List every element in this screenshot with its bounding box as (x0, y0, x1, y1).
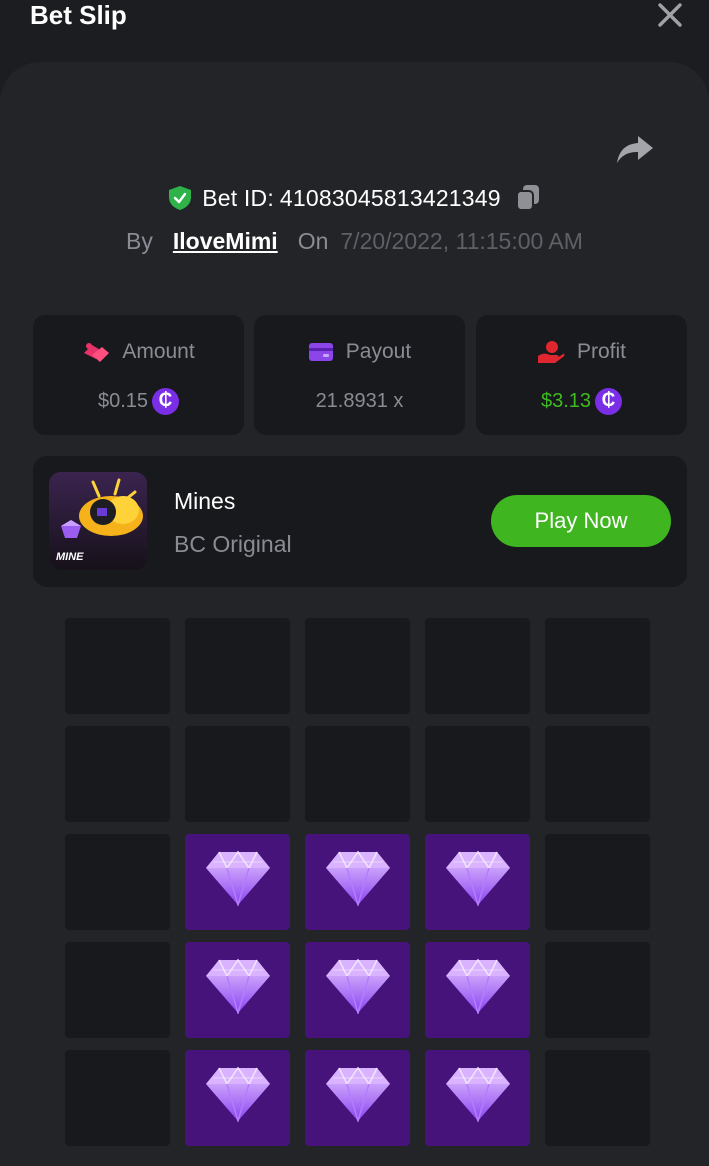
hidden-tile (425, 618, 530, 714)
gem-tile (185, 942, 290, 1038)
profit-card: Profit $3.13 ₵ (476, 315, 687, 435)
card-icon (308, 343, 333, 361)
close-icon[interactable] (656, 2, 684, 28)
hidden-tile (545, 1050, 650, 1146)
hidden-tile (65, 942, 170, 1038)
gem-tile (425, 1050, 530, 1146)
diamond-icon (206, 850, 270, 906)
diamond-icon (446, 1066, 510, 1122)
coin-icon: ₵ (152, 387, 180, 415)
amount-label: Amount (122, 340, 195, 363)
diamond-icon (326, 850, 390, 906)
hidden-tile (545, 726, 650, 822)
hidden-tile (65, 1050, 170, 1146)
game-name: Mines (174, 488, 236, 514)
diamond-icon (206, 1066, 270, 1122)
payout-card: Payout 21.8931 x (254, 315, 465, 435)
play-now-button[interactable]: Play Now (491, 495, 671, 547)
game-thumbnail[interactable]: MINE (49, 472, 147, 570)
diamond-icon (206, 958, 270, 1014)
profit-value: $3.13 (540, 389, 592, 412)
game-card: MINE Mines BC Original Play Now (33, 456, 687, 587)
amount-icon (84, 343, 110, 362)
by-label: By (126, 227, 153, 254)
diamond-icon (326, 958, 390, 1014)
gem-tile (425, 834, 530, 930)
gem-tile (185, 834, 290, 930)
on-label: On (297, 227, 329, 254)
hidden-tile (545, 834, 650, 930)
bet-date: 7/20/2022, 11:15:00 AM (340, 227, 583, 254)
hand-coin-icon (537, 341, 565, 363)
shield-icon (169, 186, 192, 210)
bet-meta-row: By IloveMimi On 7/20/2022, 11:15:00 AM (0, 224, 709, 258)
share-icon[interactable] (616, 134, 654, 164)
page-title: Bet Slip (30, 0, 127, 30)
hidden-tile (545, 942, 650, 1038)
gem-tile (185, 1050, 290, 1146)
username-link[interactable]: IloveMimi (173, 228, 278, 255)
game-thumbnail-label: MINE (56, 551, 84, 563)
mines-board (65, 618, 650, 1146)
payout-value: 21.8931 x (315, 389, 404, 412)
diamond-icon (326, 1066, 390, 1122)
gem-tile (425, 942, 530, 1038)
bet-id-label: Bet ID: (202, 184, 274, 211)
hidden-tile (305, 726, 410, 822)
hidden-tile (65, 726, 170, 822)
gem-tile (305, 1050, 410, 1146)
gem-tile (305, 834, 410, 930)
copy-icon[interactable] (515, 184, 541, 212)
amount-value: $0.15 (97, 389, 149, 412)
amount-card: Amount $0.15 ₵ (33, 315, 244, 435)
game-provider: BC Original (174, 531, 292, 557)
diamond-icon (446, 850, 510, 906)
profit-label: Profit (576, 340, 626, 363)
coin-icon: ₵ (595, 387, 623, 415)
hidden-tile (65, 834, 170, 930)
header: Bet Slip (0, 0, 709, 60)
bet-id: Bet ID: 41083045813421349 (202, 185, 501, 212)
hidden-tile (185, 618, 290, 714)
payout-label: Payout (345, 340, 412, 363)
hidden-tile (65, 618, 170, 714)
hidden-tile (425, 726, 530, 822)
hidden-tile (545, 618, 650, 714)
diamond-icon (446, 958, 510, 1014)
bet-id-value: 41083045813421349 (279, 184, 501, 211)
gem-tile (305, 942, 410, 1038)
bet-id-row: Bet ID: 41083045813421349 (0, 180, 709, 216)
hidden-tile (305, 618, 410, 714)
hidden-tile (185, 726, 290, 822)
stats-row: Amount $0.15 ₵ Payout 21.8931 x Profit $… (33, 315, 687, 435)
